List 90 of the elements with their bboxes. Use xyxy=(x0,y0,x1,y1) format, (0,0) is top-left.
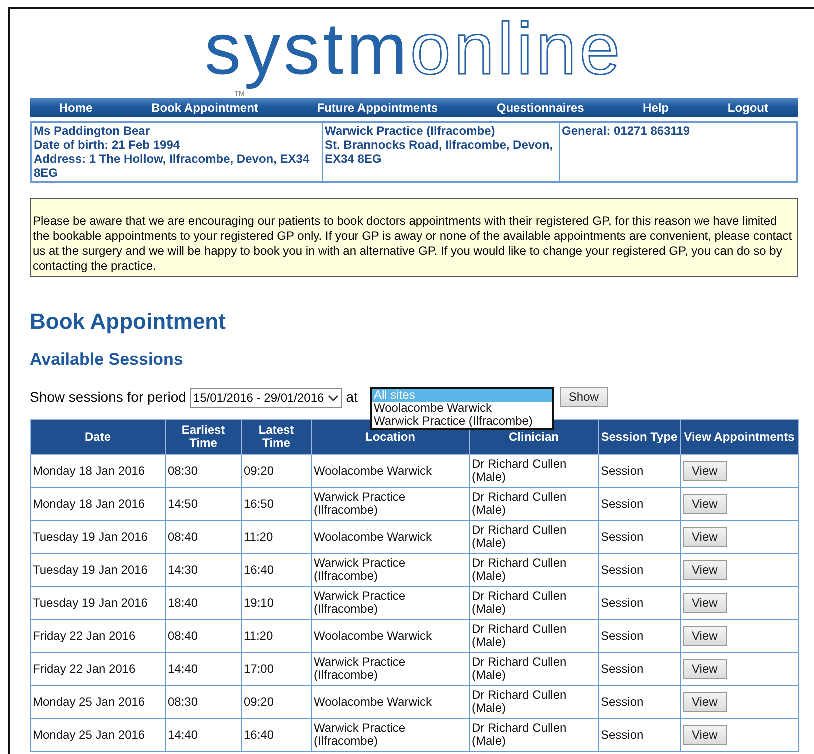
table-cell: Dr Richard Cullen (Male) xyxy=(470,520,598,554)
table-cell: Warwick Practice (Ilfracombe) xyxy=(312,652,470,686)
page-heading: Book Appointment xyxy=(30,309,227,335)
table-cell: Woolacombe Warwick xyxy=(312,520,470,554)
table-cell: Monday 25 Jan 2016 xyxy=(30,718,166,752)
patient-detail: Date of birth: 21 Feb 1994 xyxy=(34,138,182,152)
column-header: Earliest Time xyxy=(166,420,242,454)
nav-link[interactable]: Logout xyxy=(728,100,769,114)
table-cell: Dr Richard Cullen (Male) xyxy=(470,686,598,718)
site-listbox[interactable]: All sites Woolacombe Warwick Warwick Practice (Ilfracombe) xyxy=(370,387,554,430)
view-button[interactable]: View xyxy=(683,725,727,745)
period-label: Show sessions for period xyxy=(30,388,186,407)
table-cell: Warwick Practice (Ilfracombe) xyxy=(312,554,470,586)
table-cell: Friday 22 Jan 2016 xyxy=(30,620,166,652)
table-cell: Warwick Practice (Ilfracombe) xyxy=(312,488,470,520)
table-cell: Session xyxy=(598,586,680,620)
practice-detail: Warwick Practice (Ilfracombe) xyxy=(325,124,496,138)
table-cell: Woolacombe Warwick xyxy=(312,620,470,652)
table-cell: 14:40 xyxy=(166,652,242,686)
nav-link[interactable]: Book Appointment xyxy=(152,100,258,114)
table-cell: 16:40 xyxy=(242,718,312,752)
period-select[interactable]: 15/01/2016 - 29/01/2016 xyxy=(190,388,342,408)
table-cell: 14:50 xyxy=(166,488,242,520)
table-cell: Session xyxy=(598,454,680,488)
table-cell: 09:20 xyxy=(242,454,312,488)
table-cell: Dr Richard Cullen (Male) xyxy=(470,620,598,652)
table-cell: 08:30 xyxy=(166,454,242,488)
practice-detail: St. Brannocks Road, Ilfracombe, Devon, EX34 8EG xyxy=(325,138,554,166)
view-button[interactable]: View xyxy=(683,692,727,712)
table-cell: Dr Richard Cullen (Male) xyxy=(470,454,598,488)
view-button[interactable]: View xyxy=(683,560,727,580)
column-header: View Appointments xyxy=(680,420,798,454)
table-cell: Monday 25 Jan 2016 xyxy=(30,686,166,718)
systmonline-logo: systmonline xyxy=(204,9,624,91)
nav-link[interactable]: Home xyxy=(59,100,93,114)
table-cell: Dr Richard Cullen (Male) xyxy=(470,718,598,752)
table-cell: Dr Richard Cullen (Male) xyxy=(470,586,598,620)
column-header: Session Type xyxy=(598,420,680,454)
table-cell: 16:50 xyxy=(242,488,312,520)
table-cell: Session xyxy=(598,520,680,554)
table-cell: Session xyxy=(598,686,680,718)
column-header: Date xyxy=(30,420,166,454)
table-cell: 09:20 xyxy=(242,686,312,718)
nav-link[interactable]: Help xyxy=(643,100,670,114)
table-cell: Woolacombe Warwick xyxy=(312,454,470,488)
table-cell: 08:30 xyxy=(166,686,242,718)
table-cell: 08:40 xyxy=(166,520,242,554)
patient-detail: Ms Paddington Bear xyxy=(34,124,152,138)
nav-link[interactable]: Questionnaires xyxy=(496,100,584,114)
table-cell: Warwick Practice (Ilfracombe) xyxy=(312,586,470,620)
view-button[interactable]: View xyxy=(683,527,727,547)
patient-detail: Address: 1 The Hollow, Ilfracombe, Devon, EX34 8EG xyxy=(34,152,311,180)
phone-number: General: 01271 863119 xyxy=(562,124,692,138)
table-cell: Woolacombe Warwick xyxy=(312,686,470,718)
table-cell: Session xyxy=(598,620,680,652)
table-cell: 14:30 xyxy=(166,554,242,586)
at-label: at xyxy=(346,388,358,407)
table-cell: Session xyxy=(598,488,680,520)
column-header: Latest Time xyxy=(242,420,312,454)
table-cell: Session xyxy=(598,652,680,686)
notice-text: Please be aware that we are encouraging our patients to book doctors appointments with their registered GP, for this reason we have limited the bookable appointments to your registered GP only. If your GP is away or none of the available appointments are convenient, please contact us at the surgery and we will be happy to book you in with an alternative GP. If you would like to change your registered GP, you can do so by contacting the practice. xyxy=(30,198,798,277)
table-cell: Session xyxy=(598,718,680,752)
view-button[interactable]: View xyxy=(683,626,727,646)
table-cell: 11:20 xyxy=(242,520,312,554)
table-cell: 14:40 xyxy=(166,718,242,752)
view-button[interactable]: View xyxy=(683,593,727,613)
table-cell: 19:10 xyxy=(242,586,312,620)
table-cell: 11:20 xyxy=(242,620,312,652)
table-cell: Session xyxy=(598,554,680,586)
table-cell: 08:40 xyxy=(166,620,242,652)
table-cell: Friday 22 Jan 2016 xyxy=(30,652,166,686)
table-cell: Tuesday 19 Jan 2016 xyxy=(30,586,166,620)
chevron-icon xyxy=(328,394,340,402)
table-cell: Dr Richard Cullen (Male) xyxy=(470,652,598,686)
section-heading: Available Sessions xyxy=(30,350,184,370)
table-cell: 17:00 xyxy=(242,652,312,686)
view-button[interactable]: View xyxy=(683,461,727,481)
table-cell: 18:40 xyxy=(166,586,242,620)
table-cell: 16:40 xyxy=(242,554,312,586)
table-cell: Tuesday 19 Jan 2016 xyxy=(30,520,166,554)
table-cell: Tuesday 19 Jan 2016 xyxy=(30,554,166,586)
view-button[interactable]: View xyxy=(683,659,727,679)
table-cell: Warwick Practice (Ilfracombe) xyxy=(312,718,470,752)
table-cell: Monday 18 Jan 2016 xyxy=(30,488,166,520)
table-cell: Monday 18 Jan 2016 xyxy=(30,454,166,488)
view-button[interactable]: View xyxy=(683,494,727,514)
table-cell: Dr Richard Cullen (Male) xyxy=(470,488,598,520)
show-button[interactable]: Show xyxy=(560,387,608,407)
nav-link[interactable]: Future Appointments xyxy=(317,100,438,114)
table-cell: Dr Richard Cullen (Male) xyxy=(470,554,598,586)
